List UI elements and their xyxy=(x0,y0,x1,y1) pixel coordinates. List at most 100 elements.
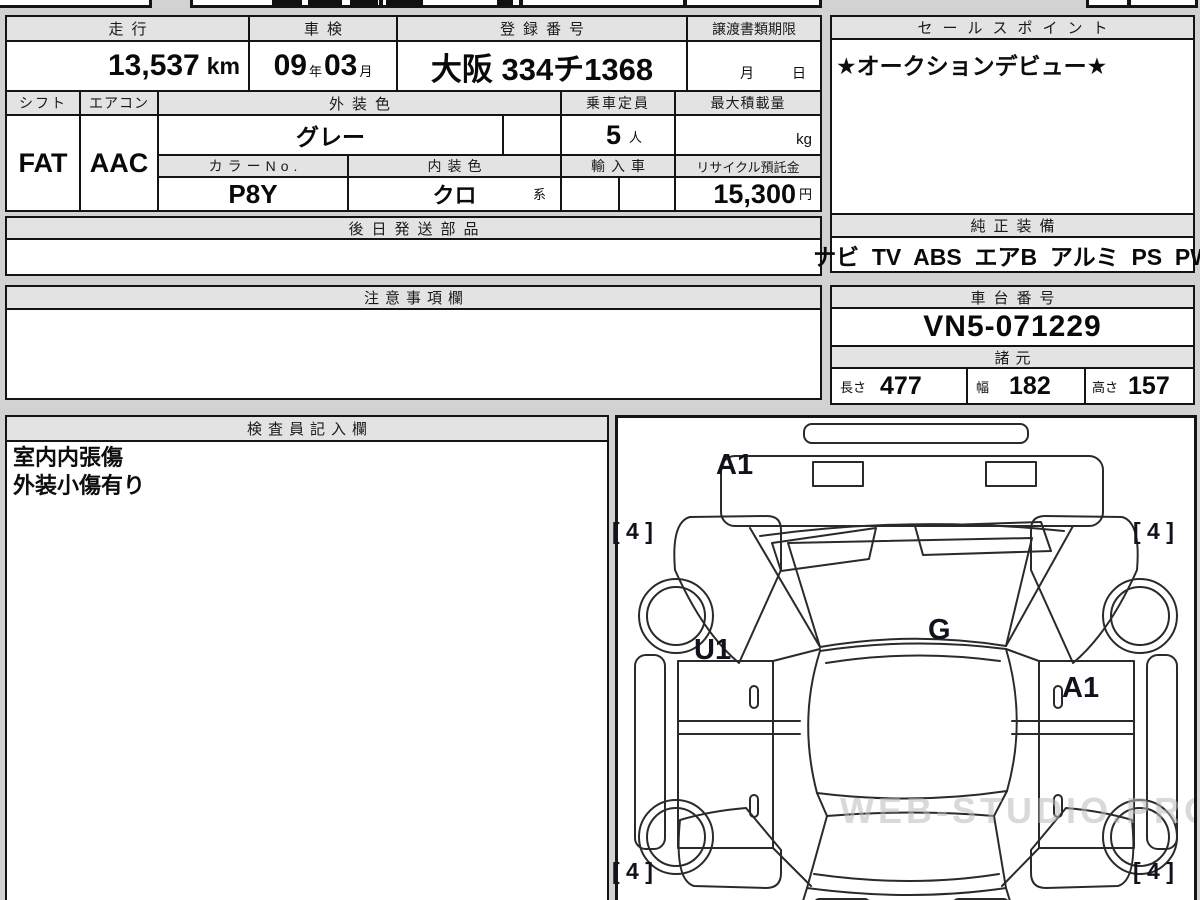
sales-point-text: ★オークションデビュー★ xyxy=(836,53,1108,79)
mark-rear-right-tire: [ 4 ] xyxy=(1133,858,1174,884)
exterior-color-header: 外装色 xyxy=(157,90,562,116)
dimension-length-cell: 長さ 477 xyxy=(830,367,968,405)
mileage-value-cell: 13,537 km xyxy=(5,40,250,92)
cautions-header: 注意事項欄 xyxy=(5,285,822,310)
registration-plate: 大阪 334チ1368 xyxy=(396,40,688,92)
dimension-width-cell: 幅 182 xyxy=(966,367,1086,405)
dimension-width-value: 182 xyxy=(1009,371,1051,400)
transfer-deadline-header: 譲渡書類期限 xyxy=(686,15,822,42)
genuine-equipment-header: 純正装備 xyxy=(830,213,1195,238)
rear-left-wheel-inner xyxy=(646,807,706,867)
color-no-value: P8Y xyxy=(157,176,349,212)
cautions-empty-box xyxy=(5,308,822,400)
interior-color-value: クロ xyxy=(432,183,477,208)
imported-empty-cell xyxy=(560,176,620,212)
max-load-value-cell: kg xyxy=(674,114,822,156)
cropped-text-fragment xyxy=(386,0,423,7)
dimension-height-label: 高さ xyxy=(1092,379,1119,395)
inspection-month-suffix: 月 xyxy=(359,64,373,79)
aircon-value: AAC xyxy=(79,114,159,212)
inspection-value-cell: 09 年 03 月 xyxy=(248,40,398,92)
inspection-year: 09 xyxy=(273,49,307,82)
dimension-height-cell: 高さ 157 xyxy=(1084,367,1195,405)
mileage-unit: km xyxy=(206,52,240,79)
interior-color-value-cell: クロ 系 xyxy=(347,176,562,212)
transfer-day-suffix: 日 xyxy=(792,65,806,81)
max-load-unit: kg xyxy=(796,131,812,148)
dimensions-header: 諸元 xyxy=(830,345,1195,369)
rear-deck-right-edge xyxy=(1005,887,1011,900)
sales-point-header: セールスポイント xyxy=(830,15,1195,40)
transfer-deadline-cell: 月 日 xyxy=(686,40,822,92)
c-pillar-left xyxy=(816,792,828,817)
mark-front-right-tire: [ 4 ] xyxy=(1133,518,1174,544)
door-handle xyxy=(749,685,759,709)
seating-capacity-value: 5 xyxy=(605,119,621,150)
front-right-wheel xyxy=(1102,578,1178,654)
cropped-row-fragment xyxy=(1086,0,1130,8)
wiper-left xyxy=(771,527,877,572)
windshield xyxy=(787,537,1033,648)
rocker-panel-left xyxy=(634,654,666,850)
recycle-deposit-value: 15,300 xyxy=(713,178,796,209)
interior-color-suffix: 系 xyxy=(532,187,546,202)
headlight-right xyxy=(985,461,1037,487)
b-pillar-right xyxy=(1011,720,1135,735)
recycle-deposit-unit: 円 xyxy=(798,187,812,202)
recycle-deposit-header: リサイクル預託金 xyxy=(674,154,822,178)
transfer-month-suffix: 月 xyxy=(740,65,754,81)
dimension-length-value: 477 xyxy=(880,371,922,400)
later-parts-empty-box xyxy=(5,238,822,276)
inspector-note-line: 外装小傷有り xyxy=(13,473,146,498)
cropped-row-fragment xyxy=(520,0,686,8)
aircon-header: エアコン xyxy=(79,90,159,116)
cropped-text-fragment xyxy=(350,0,378,7)
shift-header: シフト xyxy=(5,90,81,116)
mark-hood: A1 xyxy=(716,449,754,481)
mark-rear-left-tire: [ 4 ] xyxy=(612,858,653,884)
cropped-text-fragment xyxy=(497,0,513,6)
genuine-equipment-list: ナビ TV ABS エアB アルミ PS PW xyxy=(813,236,1200,273)
mark-roof: G xyxy=(928,614,951,646)
inspection-year-suffix: 年 xyxy=(308,64,322,79)
cropped-text-fragment xyxy=(308,0,342,7)
cropped-text-fragment xyxy=(272,0,302,7)
seating-capacity-value-cell: 5 人 xyxy=(560,114,676,156)
rear-window-line xyxy=(813,873,1000,882)
sales-point-box: ★オークションデビュー★ xyxy=(830,38,1195,215)
mileage-header: 走行 xyxy=(5,15,250,42)
exterior-color-empty-cell xyxy=(502,114,562,156)
auction-sheet: 走行 車検 登録番号 譲渡書類期限 13,537 km 09 年 03 月 大阪… xyxy=(0,0,1200,900)
front-right-wheel-inner xyxy=(1110,586,1170,646)
recycle-deposit-value-cell: 15,300 円 xyxy=(674,176,822,212)
color-no-header: カラーNo. xyxy=(157,154,349,178)
inspector-notes-header: 検査員記入欄 xyxy=(5,415,609,442)
seating-capacity-unit: 人 xyxy=(628,130,642,145)
mark-front-right-door: A1 xyxy=(1062,672,1100,704)
seating-capacity-header: 乗車定員 xyxy=(560,90,676,116)
mileage-value: 13,537 xyxy=(107,49,200,82)
chassis-number-header: 車台番号 xyxy=(830,285,1195,309)
car-front-bumper xyxy=(803,423,1029,444)
inspector-notes-box: 室内内張傷 外装小傷有り xyxy=(5,440,609,900)
chassis-number-value: VN5-071229 xyxy=(830,307,1195,347)
inspection-month: 03 xyxy=(324,49,358,82)
a-pillar-right xyxy=(1005,525,1074,647)
cropped-row-fragment xyxy=(0,0,152,8)
rear-deck-left-edge xyxy=(802,887,808,900)
exterior-color-value: グレー xyxy=(157,114,504,156)
watermark: WEB-STUDIO.PRO xyxy=(840,790,1197,831)
dimension-width-label: 幅 xyxy=(976,379,990,395)
cropped-row-fragment xyxy=(684,0,822,8)
dimension-length-label: 長さ xyxy=(840,379,867,395)
roof-front-line xyxy=(825,654,1001,664)
cropped-row-fragment xyxy=(1128,0,1198,8)
mark-front-left-door: U1 xyxy=(694,634,732,666)
dimension-height-value: 157 xyxy=(1128,371,1170,400)
inspection-header: 車検 xyxy=(248,15,398,42)
imported-header: 輸入車 xyxy=(560,154,676,178)
door-handle xyxy=(1053,685,1063,709)
max-load-header: 最大積載量 xyxy=(674,90,822,116)
shift-value: FAT xyxy=(5,114,81,212)
interior-color-header: 内装色 xyxy=(347,154,562,178)
